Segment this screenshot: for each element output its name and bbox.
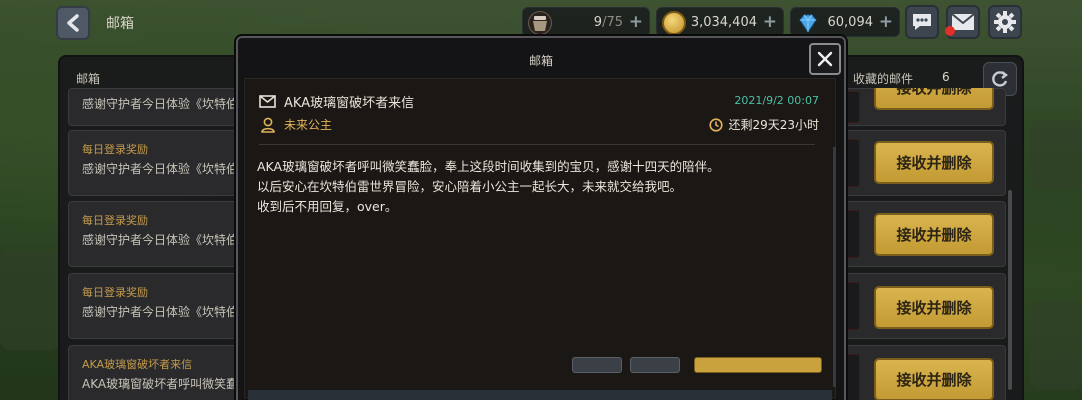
mail-detail-dialog: 邮箱 AKA玻璃窗破坏者来信 2021/9/2 00:07 未来公主 还剩29天…	[236, 36, 846, 400]
mail-body-line: 收到后不用回复，over。	[257, 199, 398, 214]
gear-icon	[994, 11, 1016, 33]
mail-content: AKA玻璃窗破坏者来信 2021/9/2 00:07 未来公主 还剩29天23小…	[244, 78, 836, 398]
dialog-header: 邮箱	[238, 38, 844, 78]
mailbox-title: 邮箱	[76, 72, 101, 86]
mailbox-scrollbar[interactable]	[1008, 190, 1012, 390]
page-title: 邮箱	[106, 16, 134, 32]
mail-title: AKA玻璃窗破坏者来信	[82, 358, 193, 371]
back-button[interactable]	[56, 6, 90, 40]
accept-and-delete-button[interactable]: 接收并删除	[874, 213, 994, 256]
gold-counter[interactable]: 3,034,404 +	[656, 7, 784, 37]
mail-subject-row: AKA玻璃窗破坏者来信	[259, 92, 414, 111]
accept-and-delete-button[interactable]: 接收并删除	[874, 286, 994, 329]
mail-subject: AKA玻璃窗破坏者来信	[284, 96, 415, 111]
mail-preview: 感谢守护者今日体验《坎特伯	[82, 97, 239, 111]
attachment-slot	[844, 210, 860, 258]
gem-icon	[796, 11, 820, 35]
dialog-footer	[248, 390, 832, 400]
mail-date: 2021/9/2 00:07	[734, 94, 819, 107]
mail-preview: 感谢守护者今日体验《坎特伯	[82, 233, 239, 247]
mail-body: AKA玻璃窗破坏者呼叫微笑蠢脸，奉上这段时间收集到的宝贝，感谢十四天的陪伴。 以…	[257, 157, 817, 217]
stamina-value: 9/75	[593, 15, 623, 30]
divider	[259, 144, 815, 145]
attachment-slot	[844, 91, 860, 123]
mail-preview: 感谢守护者今日体验《坎特伯	[82, 305, 239, 319]
mail-preview: AKA玻璃窗破坏者呼叫微笑蠢	[82, 377, 239, 391]
accept-and-delete-button[interactable]: 接收并删除	[874, 358, 994, 400]
chevron-left-icon	[67, 14, 79, 32]
settings-button[interactable]	[988, 5, 1022, 39]
gold-value: 3,034,404	[690, 15, 757, 30]
attachment-slot	[844, 354, 860, 400]
favorites-count: 6	[942, 70, 950, 84]
envelope-icon	[259, 95, 276, 108]
accept-button[interactable]	[694, 357, 822, 373]
gem-value: 60,094	[827, 15, 874, 30]
mail-sender: 未来公主	[284, 118, 333, 132]
favorite-button[interactable]	[572, 357, 622, 373]
close-button[interactable]	[809, 43, 841, 75]
expiry-row: 还剩29天23小时	[709, 116, 819, 133]
gold-coin-icon	[662, 11, 686, 35]
add-gold-icon[interactable]: +	[763, 12, 777, 32]
attachment-slot	[844, 282, 860, 330]
clock-icon	[709, 117, 724, 132]
expiry-text: 还剩29天23小时	[728, 118, 819, 132]
accept-and-delete-button[interactable]: 接收并删除	[874, 141, 994, 184]
chat-button[interactable]	[905, 5, 939, 39]
add-gem-icon[interactable]: +	[879, 12, 893, 32]
attachment-slot	[844, 139, 860, 187]
gem-counter[interactable]: 60,094 +	[790, 7, 900, 37]
mail-body-line: AKA玻璃窗破坏者呼叫微笑蠢脸，奉上这段时间收集到的宝贝，感谢十四天的陪伴。	[257, 159, 720, 174]
mail-title: 每日登录奖励	[82, 286, 148, 299]
chat-bubble-icon	[913, 14, 931, 30]
add-stamina-icon[interactable]: +	[629, 12, 643, 32]
mail-preview: 感谢守护者今日体验《坎特伯	[82, 162, 239, 176]
dialog-title: 邮箱	[528, 54, 553, 68]
mail-body-line: 以后安心在坎特伯雷世界冒险，安心陪着小公主一起长大，未来就交给我吧。	[257, 179, 683, 194]
stamina-counter[interactable]: 9/75 +	[522, 7, 650, 37]
delete-button[interactable]	[630, 357, 680, 373]
notification-dot	[945, 26, 955, 36]
refresh-icon	[992, 71, 1008, 87]
favorites-label[interactable]: 收藏的邮件	[853, 70, 913, 87]
mail-title: 每日登录奖励	[82, 214, 148, 227]
mail-sender-row: 未来公主	[261, 116, 332, 133]
close-icon	[817, 51, 833, 67]
mail-body-scrollbar[interactable]	[833, 147, 836, 387]
person-icon	[261, 117, 275, 133]
mail-title: 每日登录奖励	[82, 143, 148, 156]
stamina-pot-icon	[528, 11, 552, 35]
